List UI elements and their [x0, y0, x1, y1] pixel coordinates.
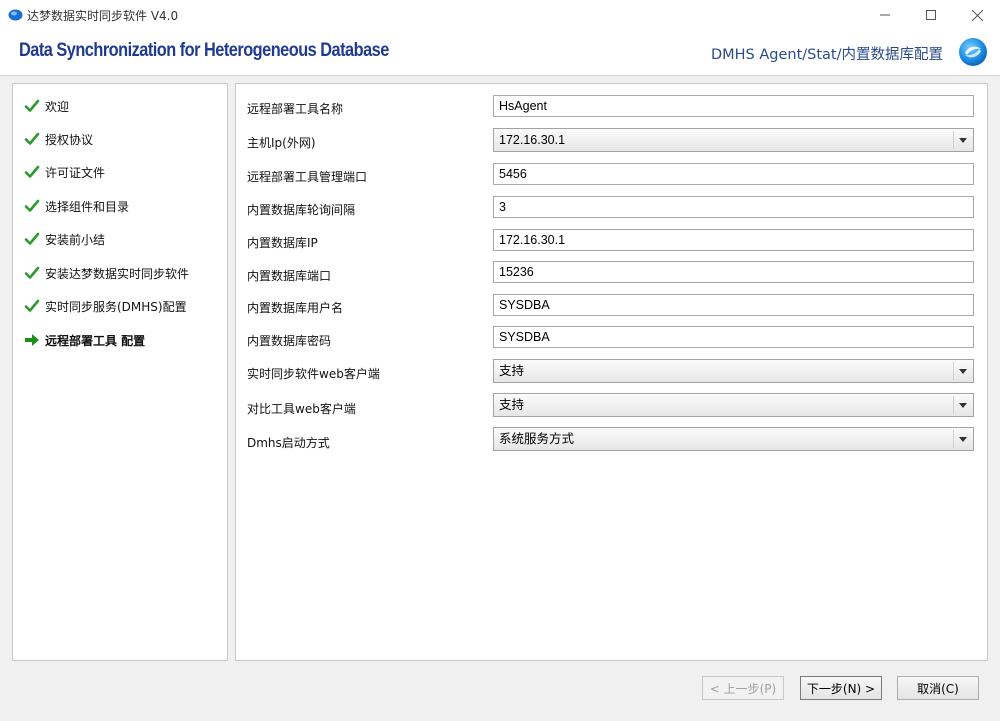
step-label: 安装前小结	[45, 232, 106, 247]
dm-logo-icon	[959, 38, 987, 66]
field-label: 主机Ip(外网)	[247, 136, 316, 150]
db-password-input[interactable]: SYSDBA	[493, 326, 974, 348]
step-label: 实时同步服务(DMHS)配置	[45, 299, 187, 314]
field-label: 内置数据库IP	[247, 236, 318, 250]
select-value: 系统服务方式	[499, 432, 575, 446]
field-label: 远程部署工具管理端口	[247, 170, 368, 184]
maximize-icon	[926, 10, 936, 20]
field-label: 内置数据库轮询间隔	[247, 203, 356, 217]
step-label: 安装达梦数据实时同步软件	[45, 266, 190, 281]
app-icon	[8, 9, 23, 21]
step-label: 许可证文件	[45, 165, 106, 180]
select-value: 支持	[499, 364, 525, 378]
step-label: 欢迎	[45, 99, 70, 114]
field-label: 远程部署工具名称	[247, 102, 344, 116]
close-icon	[971, 9, 983, 21]
check-icon	[24, 99, 40, 112]
field-label: 实时同步软件web客户端	[247, 367, 380, 381]
check-icon	[24, 165, 40, 178]
minimize-button[interactable]	[862, 0, 908, 30]
compare-web-client-select[interactable]: 支持	[493, 393, 974, 417]
next-button[interactable]: 下一步(N) >	[800, 676, 882, 700]
cancel-button[interactable]: 取消(C)	[897, 676, 979, 700]
check-icon	[24, 299, 40, 312]
maximize-button[interactable]	[908, 0, 954, 30]
agent-name-input[interactable]: HsAgent	[493, 95, 974, 117]
arrow-right-icon	[25, 334, 39, 346]
dropdown-arrow-icon[interactable]	[953, 396, 971, 414]
field-label: 对比工具web客户端	[247, 402, 356, 416]
sync-web-client-select[interactable]: 支持	[493, 359, 974, 383]
dmhs-start-mode-select[interactable]: 系统服务方式	[493, 427, 974, 451]
check-icon	[24, 232, 40, 245]
db-port-input[interactable]: 15236	[493, 261, 974, 283]
field-label: 内置数据库用户名	[247, 301, 344, 315]
select-value: 支持	[499, 398, 525, 412]
select-value: 172.16.30.1	[499, 133, 566, 147]
host-ip-select[interactable]: 172.16.30.1	[493, 128, 974, 152]
db-ip-input[interactable]: 172.16.30.1	[493, 229, 974, 251]
wizard-header: Data Synchronization for Heterogeneous D…	[0, 30, 1000, 76]
manage-port-input[interactable]: 5456	[493, 163, 974, 185]
db-username-input[interactable]: SYSDBA	[493, 294, 974, 316]
step-label: 远程部署工具 配置	[45, 333, 146, 348]
steps-panel: 欢迎 授权协议 许可证文件 选择组件和目录 安装前小结 安装达梦数据实时同步软件…	[12, 83, 228, 661]
poll-interval-input[interactable]: 3	[493, 196, 974, 218]
window-titlebar: 达梦数据实时同步软件 V4.0	[0, 0, 1000, 30]
step-label: 选择组件和目录	[45, 199, 130, 214]
minimize-icon	[880, 14, 890, 16]
field-label: Dmhs启动方式	[247, 436, 330, 450]
check-icon	[24, 266, 40, 279]
config-form: 远程部署工具名称 HsAgent 主机Ip(外网) 172.16.30.1 远程…	[235, 83, 988, 661]
close-button[interactable]	[954, 0, 1000, 30]
prev-button[interactable]: < 上一步(P)	[702, 676, 784, 700]
step-title: DMHS Agent/Stat/内置数据库配置	[710, 47, 943, 63]
field-label: 内置数据库密码	[247, 334, 332, 348]
field-label: 内置数据库端口	[247, 269, 332, 283]
check-icon	[24, 132, 40, 145]
check-icon	[24, 199, 40, 212]
product-title: Data Synchronization for Heterogeneous D…	[19, 40, 389, 61]
step-label: 授权协议	[45, 132, 94, 147]
dropdown-arrow-icon[interactable]	[953, 131, 971, 149]
window-title: 达梦数据实时同步软件 V4.0	[27, 9, 179, 23]
dropdown-arrow-icon[interactable]	[953, 362, 971, 380]
dropdown-arrow-icon[interactable]	[953, 430, 971, 448]
